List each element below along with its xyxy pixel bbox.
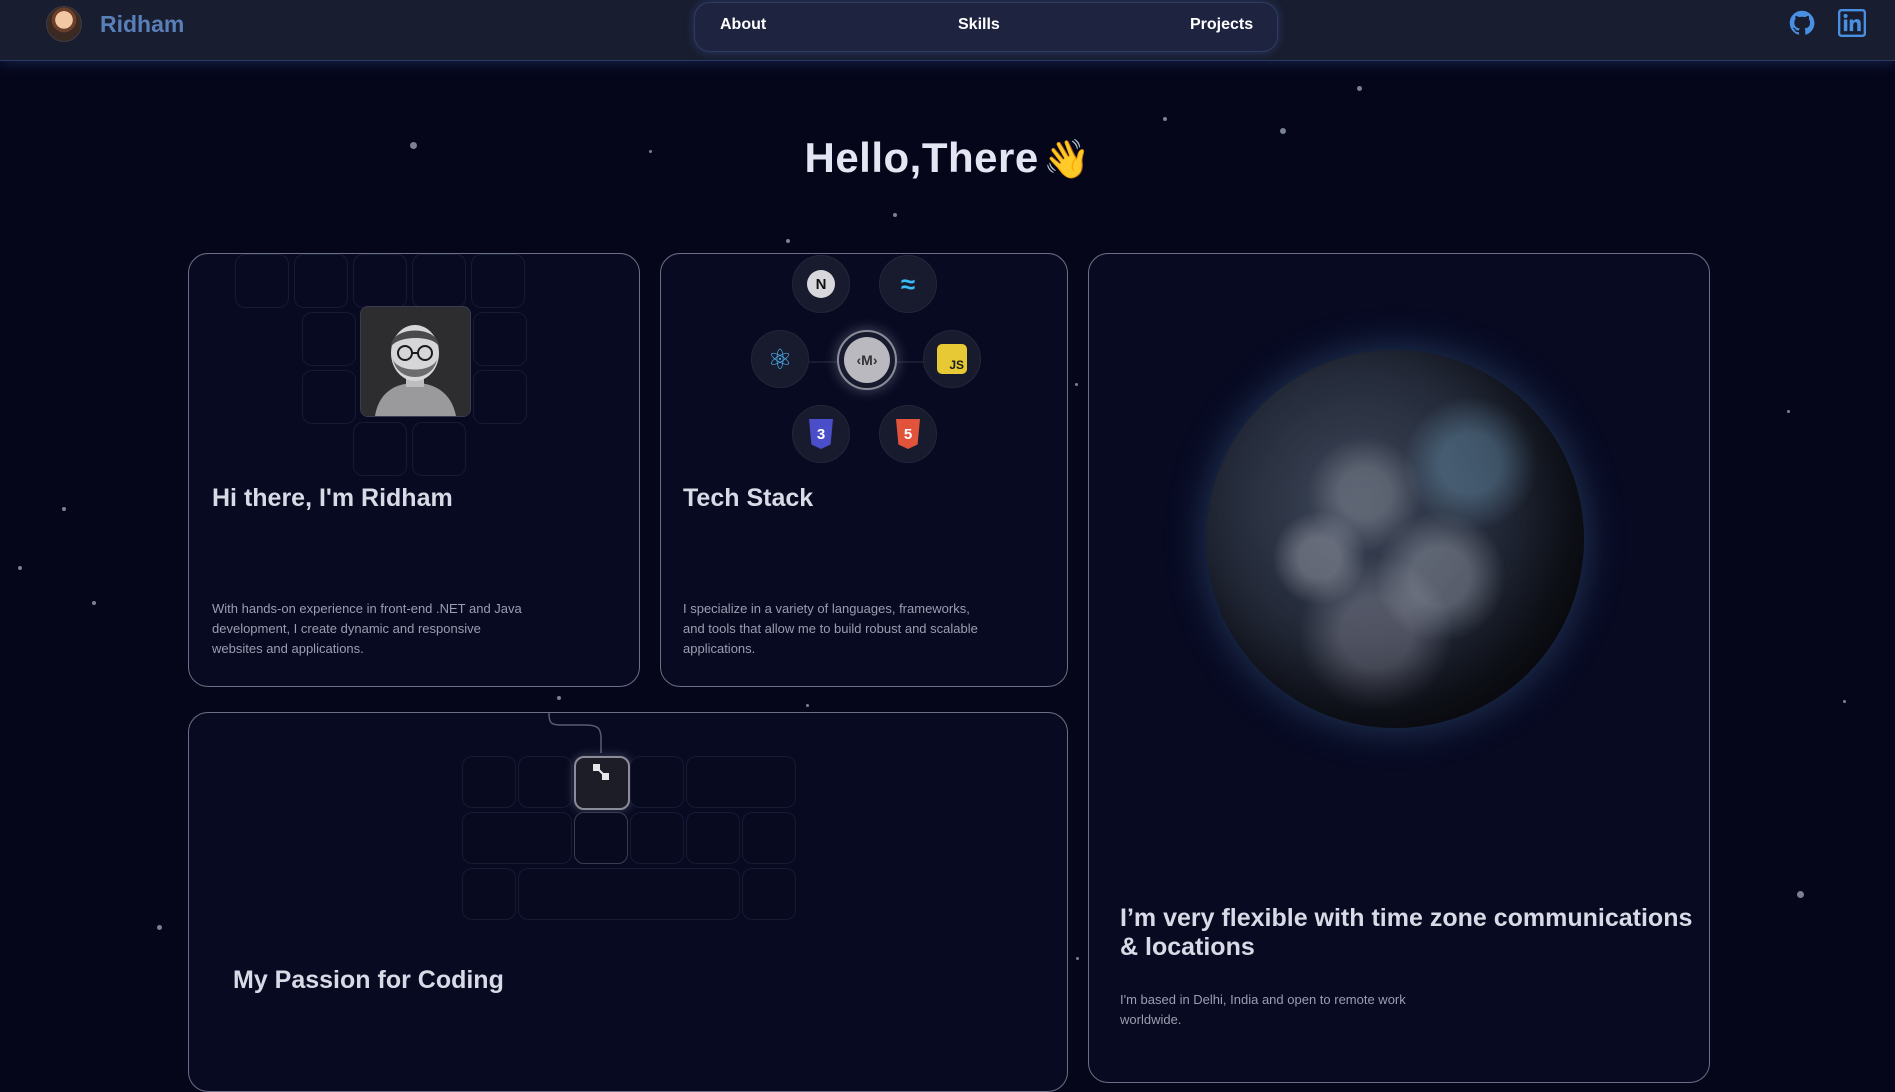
css3-icon: 3 (792, 405, 850, 463)
passion-title: My Passion for Coding (233, 966, 504, 994)
avatar (46, 6, 82, 42)
globe-card: I’m very flexible with time zone communi… (1088, 253, 1710, 1083)
javascript-icon: JS (923, 330, 981, 388)
earth-globe (1206, 350, 1584, 728)
intro-description: With hands-on experience in front-end .N… (212, 601, 522, 656)
tailwind-icon: ≈ (879, 255, 937, 313)
nav-skills-link[interactable]: Skills (958, 16, 1000, 34)
nextjs-icon: N (792, 255, 850, 313)
hero-title: Hello,There (804, 134, 1039, 181)
passion-card: My Passion for Coding (188, 712, 1068, 1092)
globe-title: I’m very flexible with time zone communi… (1120, 904, 1693, 961)
globe-description: I'm based in Delhi, India and open to re… (1120, 992, 1406, 1027)
nav-about-link[interactable]: About (720, 16, 766, 34)
tech-stack-description: I specialize in a variety of languages, … (683, 601, 978, 656)
intro-title: Hi there, I'm Ridham (212, 484, 453, 512)
waving-hand-icon: 👋 (1043, 139, 1091, 181)
react-icon: ⚛ (751, 330, 809, 388)
nav-projects-link[interactable]: Projects (1190, 16, 1253, 34)
linkedin-icon[interactable] (1838, 9, 1866, 37)
nav-pill: About Skills Projects (694, 2, 1278, 52)
brand[interactable]: Ridham (46, 6, 184, 42)
tech-stack-card: N ≈ ⚛ ‹M› JS 3 5 Tech Stack I specialize… (660, 253, 1068, 687)
brand-name: Ridham (100, 10, 185, 37)
intro-card: Hi there, I'm Ridham With hands-on exper… (188, 253, 640, 687)
html5-icon: 5 (879, 405, 937, 463)
top-navbar: Ridham About Skills Projects (0, 0, 1895, 61)
hero: Hello,There 👋 (0, 134, 1895, 182)
tech-stack-title: Tech Stack (683, 484, 814, 512)
expand-icon (593, 764, 609, 780)
github-icon[interactable] (1788, 9, 1816, 37)
profile-portrait (360, 306, 471, 417)
markdown-icon: ‹M› (837, 330, 897, 390)
